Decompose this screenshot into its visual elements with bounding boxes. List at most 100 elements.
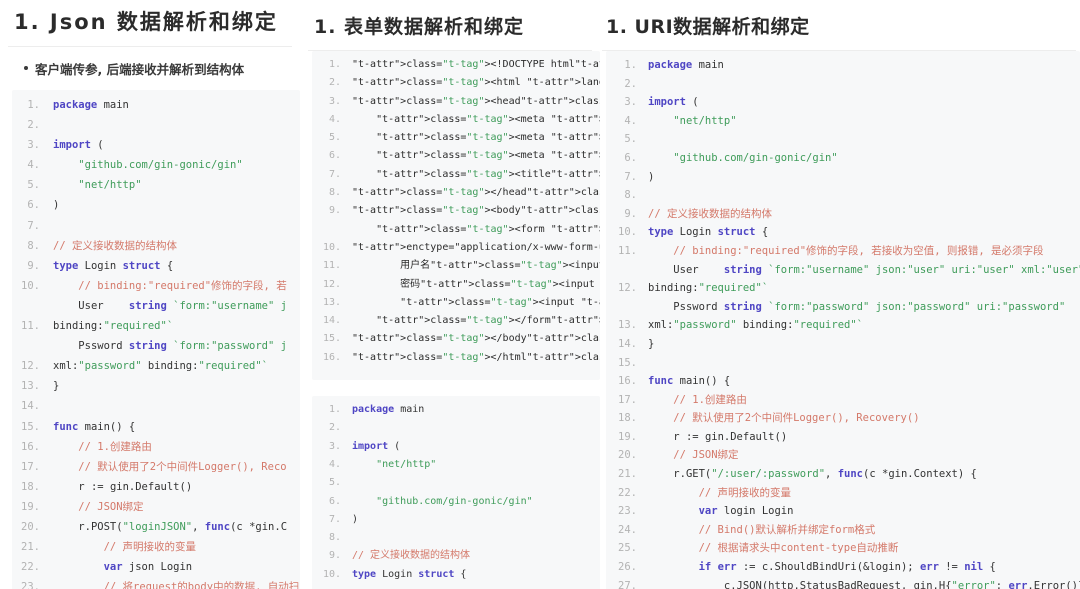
code-text: type Login struct { xyxy=(352,568,467,580)
code-line: 5. "net/http" xyxy=(12,180,300,200)
line-number: 16. xyxy=(21,440,40,453)
code-line: 8. xyxy=(606,190,1080,209)
code-line: 5. xyxy=(606,134,1080,153)
code-line: 16. "t-attr">class="t-tag"></html"t-attr"… xyxy=(312,351,600,371)
line-number: 14. xyxy=(322,315,341,327)
code-line: 5. xyxy=(312,478,600,496)
bullet-dot-icon xyxy=(24,66,28,70)
line-number: 19. xyxy=(21,500,40,513)
section-title-json: 1. Json 数据解析和绑定 xyxy=(14,10,278,34)
code-block-json-go[interactable]: 1. package main 2. 3. import ( 4. "github.co… xyxy=(12,90,300,589)
line-number: 16. xyxy=(322,351,341,363)
code-text: 用户名"t-attr">class="t-tag"><input "t-attr… xyxy=(352,260,600,272)
code-line: 22. // 声明接收的变量 xyxy=(606,486,1080,507)
line-number: 4. xyxy=(27,159,40,172)
code-text: "t-attr">class="t-tag"></form"t-attr">cl… xyxy=(376,315,600,327)
code-line: 24. // Bind()默认解析并绑定form格式 xyxy=(606,525,1080,544)
code-text: } xyxy=(53,380,60,393)
code-text: package main xyxy=(53,99,129,111)
code-line: 7. "t-attr">class="t-tag"><title"t-attr"… xyxy=(312,169,600,188)
code-text: "t-attr">class="t-tag"><head"t-attr">cla… xyxy=(352,95,600,107)
line-number: 3. xyxy=(27,139,40,152)
code-text: ) xyxy=(53,199,60,212)
line-number: 7. xyxy=(624,170,637,183)
line-number: 8. xyxy=(27,239,40,252)
line-number: 2. xyxy=(624,77,637,90)
code-text: xml:"password" binding:"required"` xyxy=(53,360,268,373)
code-line: 8. // 定义接收数据的结构体 xyxy=(12,239,300,261)
code-text: "net/http" xyxy=(673,114,737,127)
code-line: 4. "net/http" xyxy=(606,116,1080,135)
line-number: 20. xyxy=(618,449,637,462)
code-line: 13. "t-attr">class="t-tag"><input "t-att… xyxy=(312,296,600,316)
code-text: var login Login xyxy=(698,505,794,518)
code-line: Pssword string `form:"password" json:"pa… xyxy=(606,300,1080,321)
line-number: 6. xyxy=(328,150,341,162)
code-line: 9. "t-attr">class="t-tag"><body"t-attr">c… xyxy=(312,206,600,224)
line-number: 23. xyxy=(21,581,40,589)
code-text: // 默认使用了2个中间件Logger(), Reco xyxy=(78,460,287,473)
line-number: 22. xyxy=(618,486,637,499)
line-number: 2. xyxy=(27,119,40,132)
code-line: 3. import ( xyxy=(606,97,1080,116)
code-line: 7. xyxy=(12,221,300,241)
code-text: "t-attr">class="t-tag"><body"t-attr">cla… xyxy=(352,205,600,217)
line-number: 11. xyxy=(21,320,40,333)
code-line: 23. var login Login xyxy=(606,506,1080,525)
code-text: // 定义接收数据的结构体 xyxy=(352,550,471,562)
code-block-uri-go[interactable]: 1. package main 2. 3. import (4. "net/http"… xyxy=(606,51,1080,589)
code-text: 密码"t-attr">class="t-tag"><input "t-attr"… xyxy=(352,278,600,290)
code-text: "t-attr">class="t-tag"></body"t-attr">cl… xyxy=(352,333,600,345)
line-number: 18. xyxy=(618,412,637,425)
line-number: 16. xyxy=(618,375,637,388)
code-text: "t-attr">class="t-tag"><meta "t-attr">ch… xyxy=(376,113,600,125)
line-number: 3. xyxy=(624,96,637,109)
code-line: 16. // 1.创建路由 xyxy=(12,440,300,462)
line-number: 15. xyxy=(21,420,40,433)
code-text: } xyxy=(648,337,655,350)
code-text: "t-attr">class="t-tag"></head"t-attr">cl… xyxy=(352,187,600,199)
line-number: 15. xyxy=(618,356,637,369)
code-line: 20. // JSON绑定 xyxy=(606,450,1080,469)
code-text: ) xyxy=(352,513,359,525)
code-text: // binding:"required"修饰的字段, 若接收为空值, 则报错,… xyxy=(673,244,1044,257)
code-text: r.POST("loginJSON", func(c *gin.C xyxy=(78,520,288,533)
code-line: 10. type Login struct { xyxy=(312,568,600,588)
code-line: 19. // JSON绑定 xyxy=(12,502,300,522)
code-line: 15. xyxy=(606,356,1080,377)
line-number: 6. xyxy=(624,151,637,164)
code-text: "github.com/gin-gonic/gin" xyxy=(78,159,243,172)
code-block-form-go[interactable]: 1. package main 2. 3. import (4. "net/http"… xyxy=(312,396,600,589)
code-line: 4. "net/http" xyxy=(312,459,600,478)
code-line: 13. xml:"password" binding:"required"` xyxy=(606,320,1080,339)
code-text: // Bind()默认解析并绑定form格式 xyxy=(698,523,876,536)
line-number: 13. xyxy=(322,296,341,308)
code-text: "t-attr">class="t-tag"><html "t-attr">la… xyxy=(352,77,600,89)
line-number: 1. xyxy=(27,99,40,111)
line-number: 10. xyxy=(21,279,40,292)
line-number: 17. xyxy=(21,460,40,473)
code-line: 3. import ( xyxy=(12,140,300,160)
code-text: var json Login xyxy=(103,561,193,574)
code-line: 10. type Login struct { xyxy=(606,227,1080,246)
line-number: 3. xyxy=(328,95,341,107)
line-number: 26. xyxy=(618,561,637,574)
code-line: 12. binding:"required"` xyxy=(606,283,1080,302)
code-text: // JSON绑定 xyxy=(673,449,739,462)
code-text: "t-attr">class="t-tag"><meta "t-attr">na… xyxy=(376,132,600,144)
code-block-form-html[interactable]: 1. "t-attr">class="t-tag"><!DOCTYPE html"… xyxy=(312,51,600,381)
code-block-gap xyxy=(300,380,600,397)
line-number: 13. xyxy=(21,380,40,393)
code-line: 14. "t-attr">class="t-tag"></form"t-attr… xyxy=(312,316,600,334)
code-line: User string `form:"username" j xyxy=(12,301,300,321)
line-number: 1. xyxy=(328,59,341,70)
code-text: Pssword string `form:"password" json:"pa… xyxy=(673,300,1066,313)
code-text: import ( xyxy=(53,139,104,152)
code-line: 9. type Login struct { xyxy=(12,261,300,281)
line-number: 6. xyxy=(328,495,341,507)
line-number: 9. xyxy=(624,207,637,220)
code-text: r.GET("/:user/:password", func(c *gin.Co… xyxy=(673,468,977,481)
